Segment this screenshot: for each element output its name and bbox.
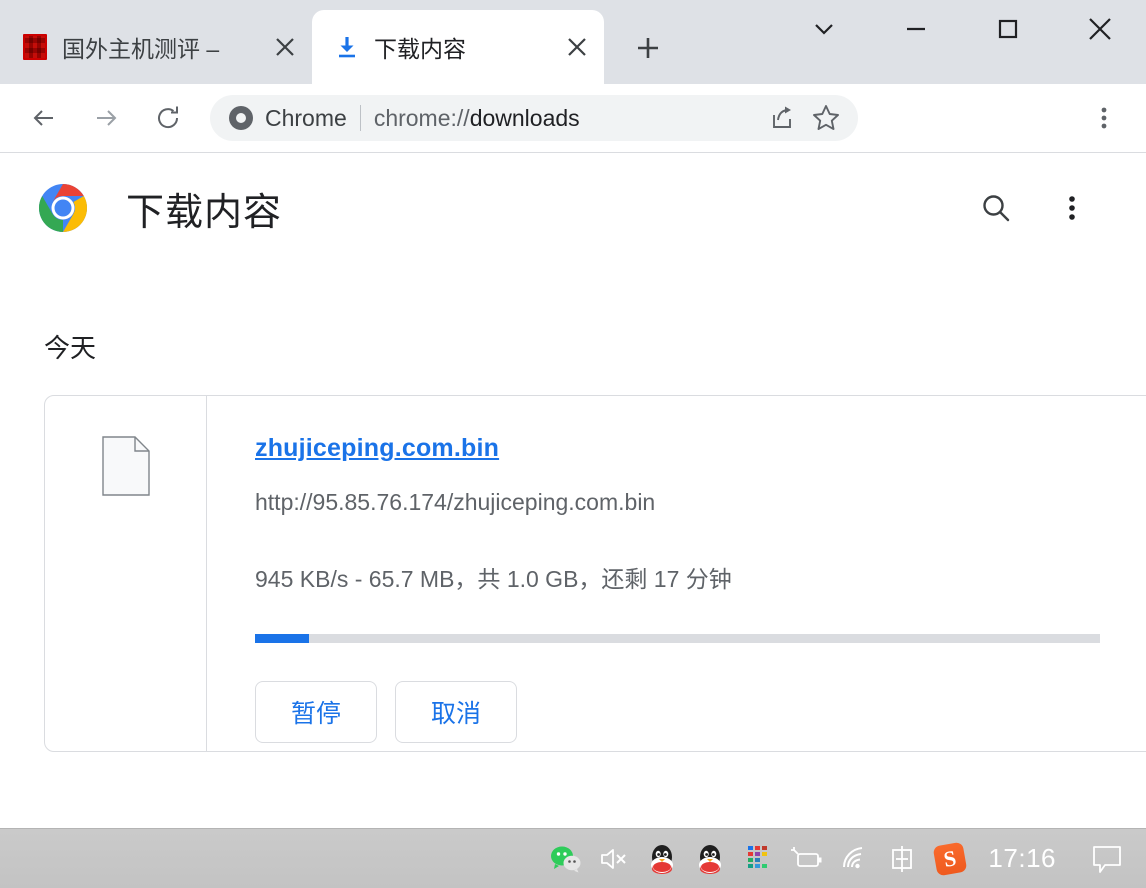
omnibox-url-scheme: chrome://: [373, 104, 470, 131]
new-tab-button[interactable]: [622, 22, 674, 74]
omnibox-actions: [760, 96, 858, 140]
cancel-button[interactable]: 取消: [395, 681, 517, 743]
downloads-menu-button[interactable]: [1050, 186, 1094, 230]
tab-search-chevron-down-icon[interactable]: [778, 0, 870, 58]
tab-close-icon[interactable]: [268, 30, 302, 64]
tab-0[interactable]: 国外主机测评 –: [0, 10, 312, 84]
forward-button[interactable]: [82, 94, 130, 142]
tab-title: 国外主机测评 –: [62, 36, 220, 62]
download-progress-bar: [255, 634, 1100, 643]
share-icon[interactable]: [760, 96, 804, 140]
taskbar-clock[interactable]: 17:16: [974, 843, 1076, 874]
section-label-today: 今天: [44, 333, 97, 363]
qq-icon-1[interactable]: [638, 829, 686, 888]
omnibox-url-path: downloads: [469, 104, 580, 131]
arrow-right-icon: [97, 110, 117, 126]
generic-file-icon: [101, 436, 150, 496]
chrome-logo-icon: [38, 183, 88, 233]
speaker-muted-icon[interactable]: [590, 829, 638, 888]
back-button[interactable]: [20, 94, 68, 142]
arrow-left-icon: [33, 110, 53, 126]
window-controls: [778, 0, 1146, 84]
download-item-card[interactable]: zhujiceping.com.bin http://95.85.76.174/…: [44, 395, 1146, 752]
tab-1[interactable]: 下载内容: [312, 10, 604, 84]
download-actions: 暂停 取消: [255, 681, 1146, 743]
chrome-logo-icon: [228, 105, 254, 131]
browser-menu-button[interactable]: [1080, 94, 1128, 142]
sogou-logo: S: [933, 841, 968, 876]
system-tray: S 17:16: [542, 829, 1146, 888]
download-progress-fill: [255, 634, 310, 643]
star-icon[interactable]: [804, 96, 848, 140]
search-icon[interactable]: [974, 186, 1018, 230]
qq-icon-2[interactable]: [686, 829, 734, 888]
header-actions: [974, 186, 1146, 230]
minimize-button[interactable]: [870, 0, 962, 58]
ime-icon[interactable]: [878, 829, 926, 888]
pause-button[interactable]: 暂停: [255, 681, 377, 743]
site-favicon-icon: [22, 34, 48, 60]
sogou-icon[interactable]: S: [926, 829, 974, 888]
three-dot-menu-icon: [1069, 196, 1075, 220]
notification-icon[interactable]: [1076, 829, 1138, 888]
tab-close-icon[interactable]: [560, 30, 594, 64]
download-status-text: 945 KB/s - 65.7 MB，共 1.0 GB，还剩 17 分钟: [255, 566, 732, 592]
reload-button[interactable]: [144, 94, 192, 142]
browser-window: 国外主机测评 – 下载内容 Chrome chrome://downloads …: [0, 0, 1146, 888]
address-bar[interactable]: Chrome chrome://downloads: [210, 95, 858, 141]
downloads-page: zhujiceping.com 下载内容: [0, 154, 1146, 828]
omnibox-url: chrome://downloads: [374, 105, 580, 132]
system-taskbar: S 17:16: [0, 828, 1146, 888]
maximize-button[interactable]: [962, 0, 1054, 58]
three-dot-menu-icon: [1101, 107, 1107, 129]
download-details: zhujiceping.com.bin http://95.85.76.174/…: [207, 396, 1146, 751]
download-source-url: http://95.85.76.174/zhujiceping.com.bin: [255, 489, 656, 515]
reload-icon: [158, 106, 179, 129]
color-grid-icon[interactable]: [734, 829, 782, 888]
close-button[interactable]: [1054, 0, 1146, 58]
plus-icon: [638, 38, 658, 58]
wechat-icon[interactable]: [542, 829, 590, 888]
download-icon-column: [45, 396, 207, 751]
download-icon: [334, 34, 360, 60]
page-title: 下载内容: [126, 191, 283, 234]
battery-icon[interactable]: [782, 829, 830, 888]
omnibox-chip-label: Chrome: [265, 104, 347, 131]
tab-strip: 国外主机测评 – 下载内容: [0, 0, 1146, 84]
omnibox-separator: [359, 105, 361, 131]
download-file-name-link[interactable]: zhujiceping.com.bin: [255, 434, 499, 462]
browser-toolbar: Chrome chrome://downloads: [0, 84, 1146, 153]
downloads-header: 下载内容: [0, 154, 1146, 262]
wifi-icon[interactable]: [830, 829, 878, 888]
tab-title: 下载内容: [374, 36, 466, 62]
